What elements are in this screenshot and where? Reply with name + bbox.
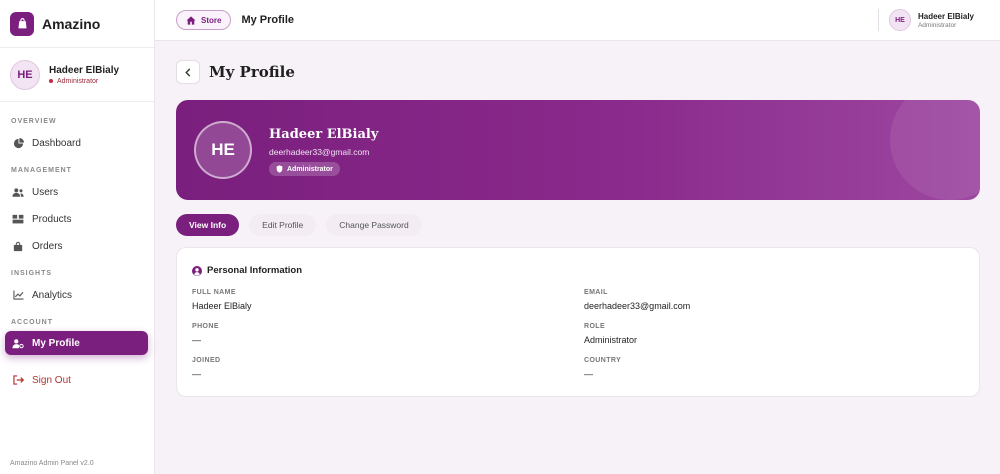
field-value: Administrator (584, 335, 638, 345)
field-label: ROLE (584, 323, 606, 330)
topbar: Store My Profile HE Hadeer ElBialy Admin… (155, 0, 1000, 41)
user-circle-icon (192, 265, 202, 276)
divider (877, 9, 879, 31)
avatar: HE (10, 59, 40, 90)
pie-chart-icon (12, 137, 24, 149)
field-country: COUNTRY — (584, 357, 621, 379)
sidebar-item-label: Orders (32, 240, 63, 252)
avatar: HE (888, 9, 911, 31)
avatar: HE (194, 121, 252, 179)
field-joined: JOINED — (192, 357, 220, 379)
card-title-text: Personal Information (207, 265, 303, 276)
field-full-name: FULL NAME Hadeer ElBialy (192, 289, 252, 311)
bag-icon (12, 240, 24, 252)
sidebar-item-analytics[interactable]: Analytics (5, 283, 148, 307)
topbar-user-name: Hadeer ElBialy (917, 11, 974, 21)
field-value: — (192, 369, 201, 379)
field-value: Hadeer ElBialy (192, 301, 252, 311)
field-label: JOINED (192, 357, 221, 364)
back-button[interactable] (176, 60, 200, 84)
brand[interactable]: Amazino (0, 0, 154, 48)
decorative-circle (890, 100, 980, 200)
sidebar-user-role: Administrator (49, 78, 119, 85)
status-dot-icon (49, 79, 53, 83)
profile-name: Hadeer ElBialy (269, 127, 379, 142)
sidebar-item-my-profile[interactable]: My Profile (5, 331, 148, 355)
home-icon (186, 15, 196, 25)
line-chart-icon (12, 289, 24, 301)
profile-tabs: View Info Edit Profile Change Password (176, 214, 432, 236)
role-badge-label: Administrator (287, 165, 333, 173)
field-label: FULL NAME (192, 289, 236, 296)
field-value: — (584, 369, 593, 379)
tab-view-info[interactable]: View Info (176, 214, 240, 236)
shield-icon (276, 165, 283, 173)
breadcrumb-title: My Profile (241, 14, 295, 26)
sidebar: Amazino HE Hadeer ElBialy Administrator … (0, 0, 155, 474)
sign-out-icon (12, 374, 24, 386)
field-label: PHONE (192, 323, 219, 330)
topbar-user[interactable]: HE Hadeer ElBialy Administrator (877, 9, 974, 31)
tab-edit-profile[interactable]: Edit Profile (249, 214, 317, 236)
sidebar-item-sign-out[interactable]: Sign Out (5, 368, 148, 392)
field-email: EMAIL deerhadeer33@gmail.com (584, 289, 690, 311)
field-phone: PHONE — (192, 323, 219, 345)
topbar-user-role: Administrator (917, 21, 957, 29)
user-gear-icon (12, 337, 24, 349)
field-label: EMAIL (584, 289, 608, 296)
card-title: Personal Information (192, 265, 302, 276)
sidebar-item-users[interactable]: Users (5, 180, 148, 204)
sidebar-item-label: Products (32, 213, 72, 225)
sidebar-item-label: Dashboard (32, 137, 81, 149)
section-label-overview: OVERVIEW (11, 118, 57, 125)
sidebar-item-label: Users (32, 186, 59, 198)
profile-hero: HE Hadeer ElBialy deerhadeer33@gmail.com… (176, 100, 980, 200)
personal-info-card: Personal Information FULL NAME Hadeer El… (176, 247, 980, 397)
shopping-bag-icon (10, 11, 34, 36)
sidebar-user-card: HE Hadeer ElBialy Administrator (0, 48, 154, 102)
section-label-account: ACCOUNT (11, 319, 53, 326)
sidebar-item-products[interactable]: Products (5, 207, 148, 231)
sidebar-item-label: Analytics (32, 289, 73, 301)
section-label-management: MANAGEMENT (11, 167, 72, 174)
sidebar-item-label: My Profile (32, 337, 80, 349)
store-button-label: Store (201, 15, 222, 25)
sidebar-user-role-text: Administrator (57, 77, 99, 85)
field-label: COUNTRY (584, 357, 622, 364)
sidebar-user-name: Hadeer ElBialy (49, 64, 120, 76)
footer-version: Amazino Admin Panel v2.0 (10, 460, 94, 467)
store-button[interactable]: Store (176, 10, 232, 30)
sidebar-item-dashboard[interactable]: Dashboard (5, 131, 148, 155)
brand-name: Amazino (42, 15, 101, 32)
chevron-left-icon (185, 67, 191, 77)
role-badge: Administrator (269, 162, 340, 176)
field-value: deerhadeer33@gmail.com (584, 301, 691, 311)
field-value: — (192, 335, 201, 345)
users-icon (12, 186, 24, 198)
sidebar-item-orders[interactable]: Orders (5, 234, 148, 258)
section-label-insights: INSIGHTS (11, 270, 53, 277)
page-title: My Profile (209, 63, 295, 81)
tab-change-password[interactable]: Change Password (326, 214, 422, 236)
boxes-icon (12, 213, 24, 225)
sidebar-item-label: Sign Out (32, 374, 71, 386)
profile-email: deerhadeer33@gmail.com (269, 147, 370, 157)
field-role: ROLE Administrator (584, 323, 637, 345)
